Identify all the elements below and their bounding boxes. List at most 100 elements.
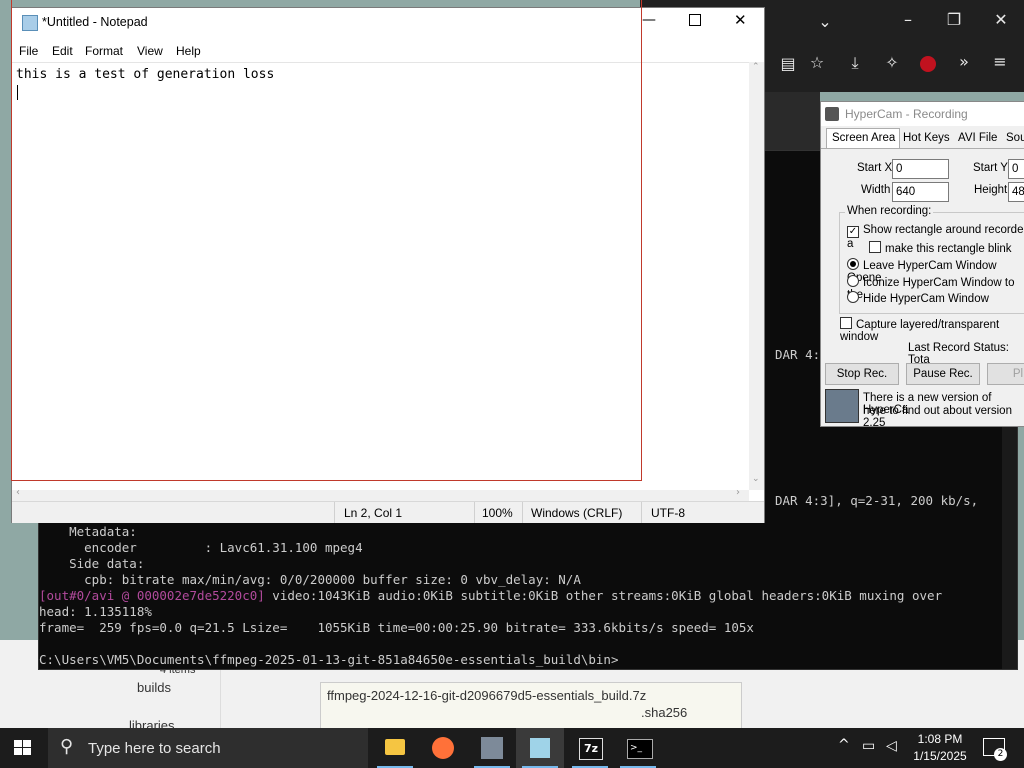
taskbar-search-box[interactable]: ⚲ Type here to search [48,728,368,768]
ublock-icon[interactable] [920,56,936,72]
status-divider [334,502,335,523]
height-input[interactable]: 48 [1008,182,1024,202]
taskbar-time[interactable]: 1:08 PM [913,732,967,746]
minimize-icon[interactable]: — [642,12,656,28]
tab-sound[interactable]: Sou [1006,132,1024,144]
console-out-prefix: [out#0/avi @ 000002e7de5220c0] [39,588,265,603]
status-divider [641,502,642,523]
taskbar-date[interactable]: 1/15/2025 [911,749,969,763]
status-position: Ln 2, Col 1 [344,506,403,520]
blink-label: make this rectangle blink [885,243,1012,255]
folder-icon [385,739,405,755]
hypercam-camera-icon [825,389,859,423]
pause-rec-button[interactable]: Pause Rec. [906,363,980,385]
tab-divider [821,148,1024,149]
taskbar-terminal[interactable]: >_ [614,728,662,768]
taskbar-firefox[interactable] [419,728,467,768]
nav-builds[interactable]: builds [137,680,171,695]
checkbox-unchecked-icon [840,317,852,329]
hamburger-menu-icon[interactable]: ≡ [988,52,1012,71]
tab-label: Screen Area [832,132,896,144]
tab-avi-file[interactable]: AVI File [958,132,997,144]
scroll-right-icon[interactable]: › [736,487,740,498]
downloads-icon[interactable]: ⤓ [843,53,867,73]
stop-rec-button[interactable]: Stop Rec. [825,363,899,385]
overflow-chevron-icon[interactable]: » [952,52,976,71]
taskbar-7zip[interactable]: 7z [566,728,614,768]
notification-badge: 2 [994,748,1007,761]
hypercam-titlebar[interactable]: HyperCam - Recording [821,102,1024,126]
maximize-icon[interactable] [689,14,701,26]
file-name: ffmpeg-2024-12-16-git-d2096679d5-essenti… [327,688,647,703]
search-placeholder: Type here to search [88,740,221,757]
explorer-file-item[interactable]: ffmpeg-2024-12-16-git-d2096679d5-essenti… [320,682,742,732]
taskbar-file-explorer[interactable] [371,728,419,768]
horizontal-scrollbar[interactable]: ‹ › [12,487,749,501]
radio-selected-icon [847,258,859,270]
reader-view-icon[interactable]: ▤ [776,54,800,73]
play-button[interactable]: Pl [987,363,1024,385]
status-zoom: 100% [482,506,513,520]
update-notice-line2[interactable]: here to find out about version 2.25 [863,405,1024,429]
start-y-input[interactable]: 0 [1008,159,1024,179]
tab-hot-keys[interactable]: Hot Keys [903,132,950,144]
checkbox-unchecked-icon [869,241,881,253]
status-divider [522,502,523,523]
hypercam-window[interactable]: HyperCam - Recording Screen Area Hot Key… [820,101,1024,429]
bookmark-star-icon[interactable]: ☆ [805,53,829,72]
recording-area-rectangle [11,0,642,481]
hide-radio[interactable]: Hide HyperCam Window [847,291,989,305]
start-x-input[interactable]: 0 [892,159,949,179]
console-line: frame= 259 fps=0.0 q=21.5 Lsize= 1055KiB… [39,620,754,635]
scroll-left-icon[interactable]: ‹ [16,487,20,498]
console-line: Side data: [39,556,145,571]
hypercam-app-icon [825,107,839,121]
file-ext: .sha256 [641,705,688,720]
when-recording-label: When recording: [845,205,934,217]
close-icon[interactable]: ✕ [734,11,747,29]
console-dar-fragment: DAR 4: [775,347,821,362]
status-encoding: UTF-8 [651,506,685,520]
minimize-icon[interactable]: – [896,10,920,29]
checkbox-checked-icon: ✓ [847,226,859,238]
terminal-icon: >_ [627,739,653,759]
start-pane-icon [14,748,22,755]
console-line: cpb: bitrate max/min/avg: 0/0/200000 buf… [39,572,581,587]
start-x-label: Start X [857,162,893,174]
console-dar-fragment-2: DAR 4:3], q=2-31, 200 kb/s, [775,493,979,508]
start-pane-icon [23,740,31,747]
width-label: Width [861,184,891,196]
firefox-icon [432,737,454,759]
start-pane-icon [14,740,22,747]
7zip-icon: 7z [579,738,603,760]
console-line: Metadata: [39,524,137,539]
layered-checkbox[interactable]: Capture layered/transparent window [840,317,1024,343]
close-icon[interactable]: ✕ [989,10,1013,29]
console-line: encoder : Lavc61.31.100 mpeg4 [39,540,363,555]
chevron-up-icon[interactable]: ^ [838,737,850,753]
scroll-down-icon[interactable]: ⌄ [752,474,760,484]
tab-screen-area[interactable]: Screen Area [826,128,900,149]
tab-list-icon[interactable]: ⌄ [813,12,837,31]
height-label: Height [974,184,1008,196]
hypercam-icon [481,737,503,759]
radio-icon [847,275,859,287]
status-divider [474,502,475,523]
hypercam-title: HyperCam - Recording [845,107,968,121]
taskbar-hypercam[interactable] [468,728,516,768]
taskbar-notepad[interactable] [516,728,564,768]
console-prompt: C:\Users\VM5\Documents\ffmpeg-2025-01-13… [39,652,619,667]
width-input[interactable]: 640 [892,182,949,202]
start-pane-icon [23,748,31,755]
extensions-icon[interactable]: ✧ [880,53,904,72]
windows-start-icon[interactable] [14,740,32,756]
layered-label: Capture layered/transparent window [840,319,1000,343]
restore-icon[interactable]: ❐ [942,10,966,29]
console-out-rest: video:1043KiB audio:0KiB subtitle:0KiB o… [264,588,943,603]
network-icon[interactable]: ▭ [862,738,875,754]
scroll-up-icon[interactable]: ⌃ [752,62,760,72]
volume-muted-icon[interactable]: ◁ [886,738,897,754]
blink-checkbox[interactable]: make this rectangle blink [869,241,1012,255]
vertical-scrollbar[interactable]: ⌃ ⌄ [749,62,764,490]
status-bar: Ln 2, Col 1 100% Windows (CRLF) UTF-8 [12,501,764,523]
